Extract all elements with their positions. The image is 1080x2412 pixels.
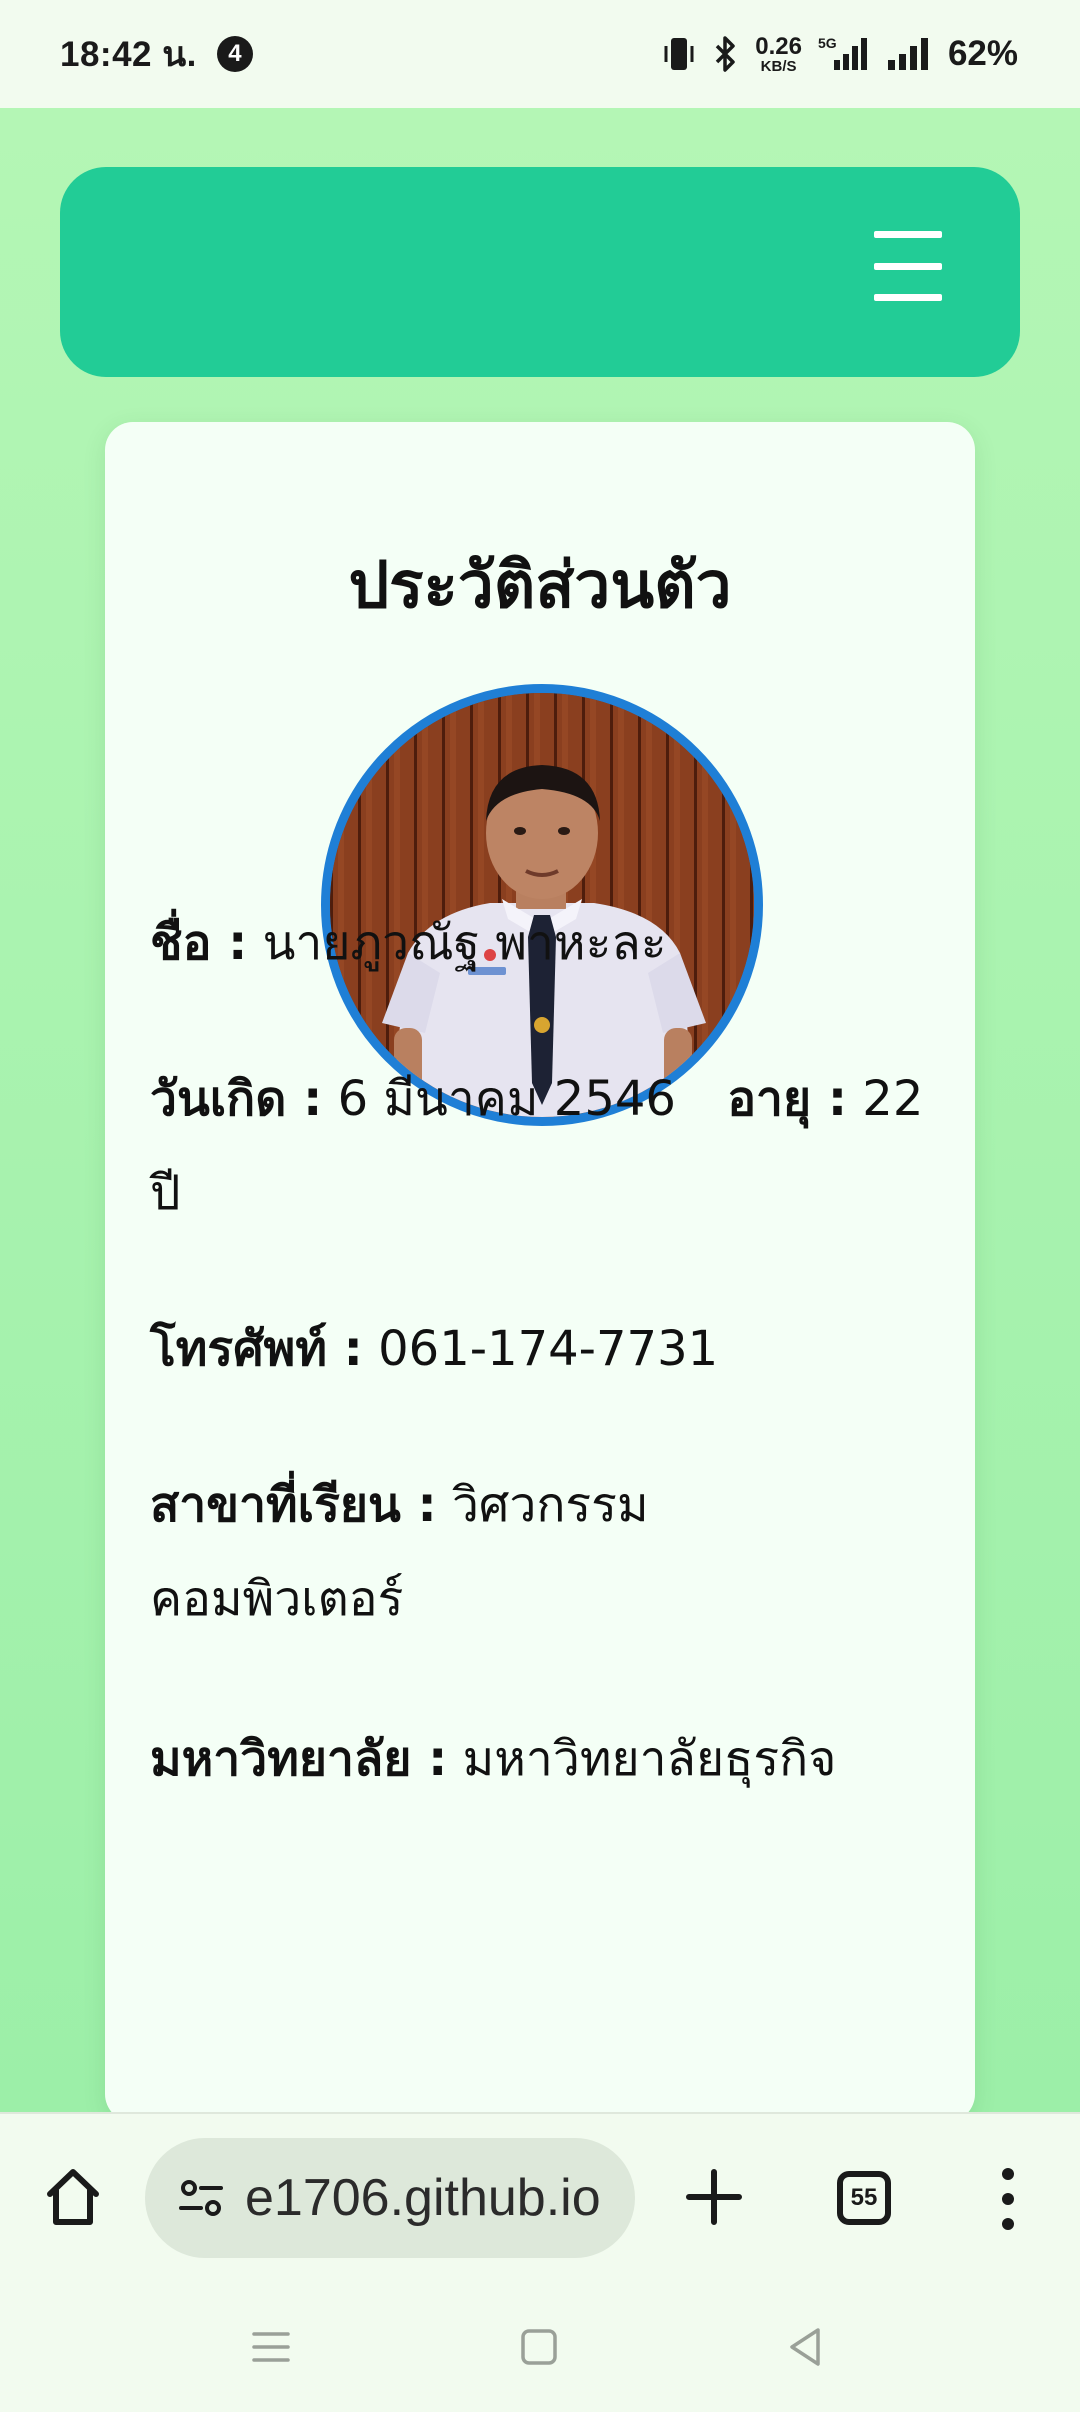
status-bar: 18:42 น. 4 0.26 KB/S 5G 62% [0, 0, 1080, 108]
home-nav-icon[interactable] [514, 2322, 564, 2372]
address-bar[interactable]: e1706.github.io [145, 2138, 635, 2258]
info-name-row: ชื่อ : นายภูวณัฐ พาหะละ [150, 896, 940, 990]
status-right: 0.26 KB/S 5G 62% [661, 34, 1018, 74]
network-type-label: 5G [818, 35, 837, 51]
net-speed-value: 0.26 [755, 32, 802, 60]
browser-toolbar: e1706.github.io 55 [0, 2112, 1080, 2282]
home-icon[interactable] [40, 2164, 106, 2230]
menu-line [874, 294, 942, 301]
page-title: ประวัติส่วนตัว [348, 549, 732, 623]
university-label: มหาวิทยาลัย : [150, 1731, 448, 1787]
site-settings-icon[interactable] [177, 2174, 225, 2222]
university-value: มหาวิทยาลัยธุรกิจ [462, 1731, 837, 1787]
net-speed: 0.26 KB/S [755, 32, 802, 75]
info-university-row: มหาวิทยาลัย : มหาวิทยาลัยธุรกิจ [150, 1712, 940, 1806]
tab-count: 55 [850, 2184, 878, 2211]
birth-value: 6 มีนาคม 2546 [337, 1071, 676, 1127]
status-time: 18:42 น. [60, 34, 197, 74]
new-tab-icon[interactable] [683, 2166, 745, 2228]
net-speed-unit: KB/S [760, 57, 797, 75]
vibrate-icon [664, 38, 694, 70]
menu-line [874, 231, 942, 238]
name-label: ชื่อ : [150, 915, 248, 971]
battery-level: 62% [947, 34, 1018, 73]
info-major-row: สาขาที่เรียน : วิศวกรรมคอมพิวเตอร์ [150, 1458, 670, 1646]
major-label: สาขาที่เรียน : [150, 1477, 437, 1533]
info-birth-row: วันเกิด : 6 มีนาคม 2546 อายุ : 22 ปี [150, 1052, 940, 1240]
url-text: e1706.github.io [245, 2169, 601, 2227]
age-label: อายุ : [727, 1071, 848, 1127]
recent-apps-icon[interactable] [246, 2322, 296, 2372]
info-phone-row: โทรศัพท์ : 061-174-7731 [150, 1302, 940, 1396]
profile-card: ประวัติส่วนตัว ชื่อ: นายภูวณัฐ พาหะละ ว… [105, 422, 975, 2122]
signal-icon [887, 38, 928, 70]
name-value: นายภูวณัฐ พาหะละ [262, 915, 667, 971]
status-left: 18:42 น. 4 [60, 27, 253, 82]
birth-label: วันเกิด : [150, 1071, 323, 1127]
system-nav-bar [0, 2282, 1080, 2412]
phone-value: 061-174-7731 [378, 1321, 719, 1377]
site-header [60, 167, 1020, 377]
hamburger-menu-icon[interactable] [874, 231, 942, 301]
tab-switcher-button[interactable]: 55 [837, 2171, 891, 2225]
more-options-icon[interactable] [998, 2166, 1018, 2232]
notification-count-badge: 4 [216, 36, 253, 72]
signal-5g-icon: 5G [818, 35, 867, 70]
menu-line [874, 262, 942, 270]
bluetooth-icon [715, 36, 735, 72]
phone-label: โทรศัพท์ : [150, 1321, 363, 1377]
back-icon[interactable] [780, 2322, 830, 2372]
